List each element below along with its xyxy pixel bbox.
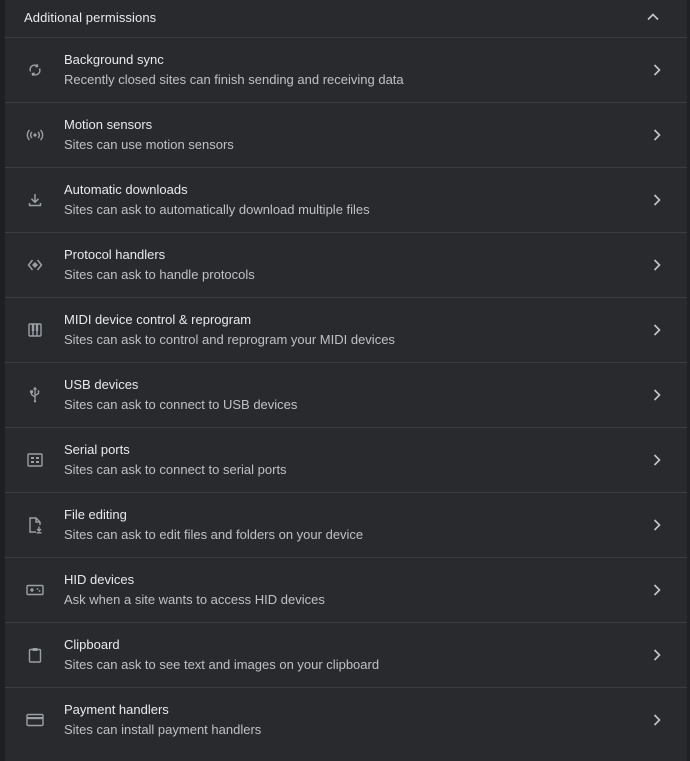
permission-row-midi-devices[interactable]: MIDI device control & reprogram Sites ca…	[5, 297, 687, 362]
permission-row-background-sync[interactable]: Background sync Recently closed sites ca…	[5, 37, 687, 102]
permission-row-automatic-downloads[interactable]: Automatic downloads Sites can ask to aut…	[5, 167, 687, 232]
permission-description: Ask when a site wants to access HID devi…	[64, 592, 325, 607]
permission-description: Sites can install payment handlers	[64, 722, 262, 737]
permissions-list: Background sync Recently closed sites ca…	[5, 37, 687, 752]
chevron-up-icon[interactable]	[645, 9, 661, 25]
payment-card-icon	[26, 711, 44, 729]
permission-row-motion-sensors[interactable]: Motion sensors Sites can use motion sens…	[5, 102, 687, 167]
permission-label: MIDI device control & reprogram	[64, 312, 252, 327]
permission-label: USB devices	[64, 377, 139, 392]
chevron-right-icon	[649, 452, 665, 468]
permission-description: Recently closed sites can finish sending…	[64, 72, 404, 87]
chevron-right-icon	[649, 647, 665, 663]
chevron-right-icon	[649, 257, 665, 273]
additional-permissions-header[interactable]: Additional permissions	[5, 0, 687, 37]
permission-label: File editing	[64, 507, 127, 522]
permission-description: Sites can ask to see text and images on …	[64, 657, 380, 672]
permission-label: Automatic downloads	[64, 182, 188, 197]
additional-permissions-panel: Additional permissions Background sync R…	[0, 0, 687, 761]
permission-label: HID devices	[64, 572, 135, 587]
permission-label: Protocol handlers	[64, 247, 166, 262]
file-edit-icon	[26, 516, 44, 534]
permission-description: Sites can ask to handle protocols	[64, 267, 255, 282]
chevron-right-icon	[649, 192, 665, 208]
sync-icon	[26, 61, 44, 79]
permission-label: Serial ports	[64, 442, 130, 457]
permission-description: Sites can ask to control and reprogram y…	[64, 332, 395, 347]
sensors-icon	[26, 126, 44, 144]
permission-row-clipboard[interactable]: Clipboard Sites can ask to see text and …	[5, 622, 687, 687]
permission-row-file-editing[interactable]: File editing Sites can ask to edit files…	[5, 492, 687, 557]
chevron-right-icon	[649, 127, 665, 143]
section-title: Additional permissions	[24, 10, 157, 25]
usb-icon	[26, 386, 44, 404]
midi-piano-icon	[26, 321, 44, 339]
permission-description: Sites can use motion sensors	[64, 137, 234, 152]
clipboard-icon	[26, 646, 44, 664]
gamepad-icon	[26, 581, 44, 599]
permission-description: Sites can ask to connect to USB devices	[64, 397, 298, 412]
permission-label: Motion sensors	[64, 117, 153, 132]
permission-row-protocol-handlers[interactable]: Protocol handlers Sites can ask to handl…	[5, 232, 687, 297]
chevron-right-icon	[649, 387, 665, 403]
permission-description: Sites can ask to automatically download …	[64, 202, 370, 217]
permission-description: Sites can ask to connect to serial ports	[64, 462, 287, 477]
chevron-right-icon	[649, 62, 665, 78]
permission-row-serial-ports[interactable]: Serial ports Sites can ask to connect to…	[5, 427, 687, 492]
permission-label: Background sync	[64, 52, 164, 67]
permission-row-usb-devices[interactable]: USB devices Sites can ask to connect to …	[5, 362, 687, 427]
chevron-right-icon	[649, 712, 665, 728]
protocol-handler-icon	[26, 256, 44, 274]
permission-label: Payment handlers	[64, 702, 169, 717]
chevron-right-icon	[649, 582, 665, 598]
permission-row-hid-devices[interactable]: HID devices Ask when a site wants to acc…	[5, 557, 687, 622]
permission-description: Sites can ask to edit files and folders …	[64, 527, 364, 542]
download-icon	[26, 191, 44, 209]
permission-label: Clipboard	[64, 637, 120, 652]
chevron-right-icon	[649, 322, 665, 338]
permission-row-payment-handlers[interactable]: Payment handlers Sites can install payme…	[5, 687, 687, 752]
chevron-right-icon	[649, 517, 665, 533]
serial-port-icon	[26, 451, 44, 469]
